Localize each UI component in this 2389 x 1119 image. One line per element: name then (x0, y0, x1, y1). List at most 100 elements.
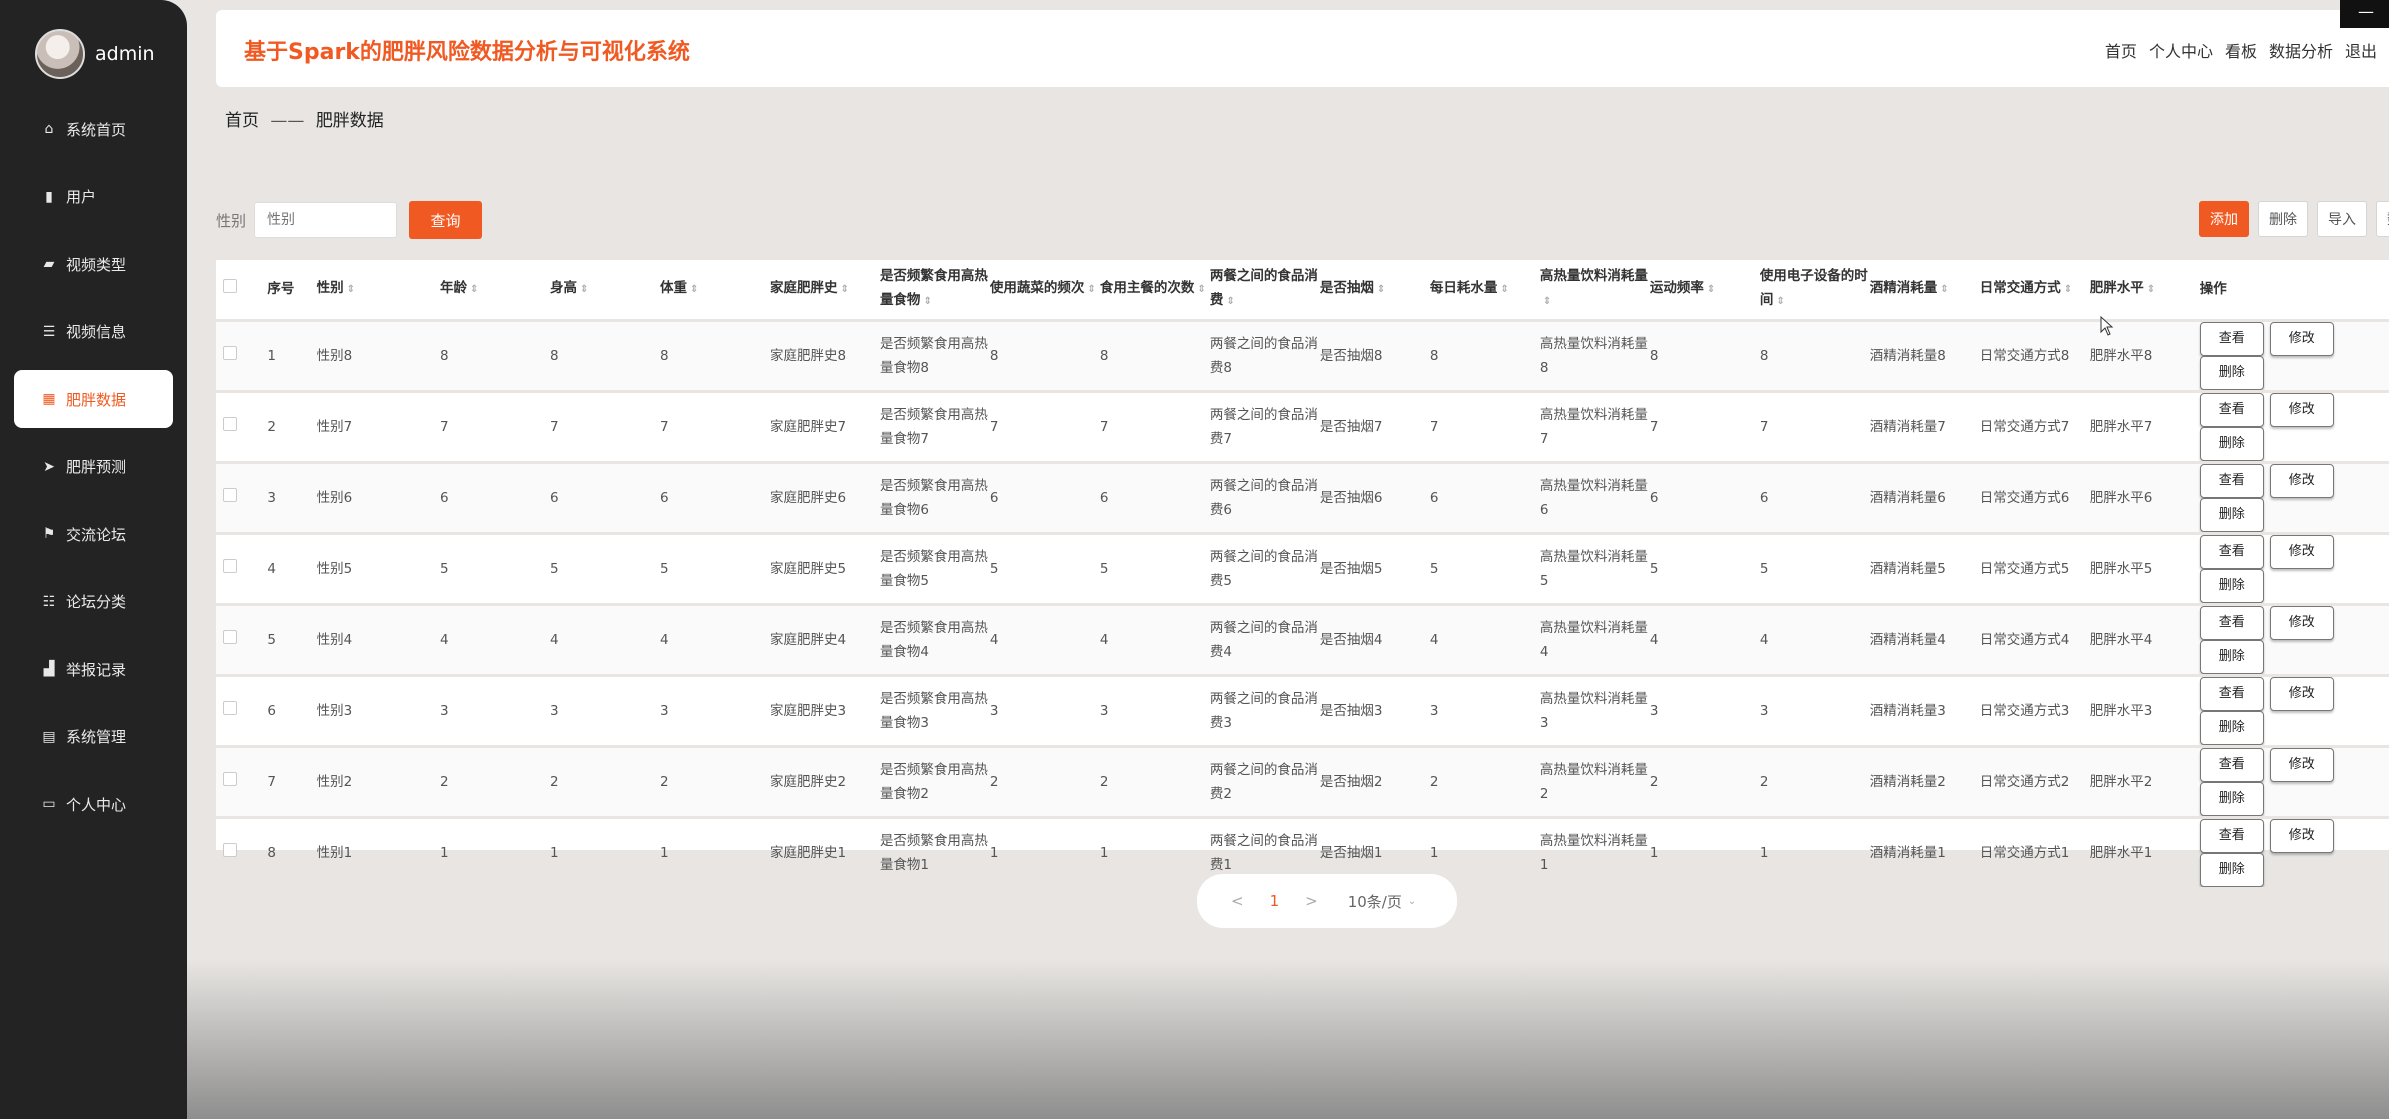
sort-icon[interactable]: ⇕ (1707, 284, 1715, 295)
column-header[interactable]: 两餐之间的食品消费 ⇕ (1208, 260, 1318, 320)
top-nav-link[interactable]: 数据分析 (2269, 38, 2333, 62)
top-nav-link[interactable]: 看板 (2225, 38, 2257, 62)
view-button[interactable]: 查看 (2199, 747, 2264, 782)
import-button[interactable]: 导入 (2317, 201, 2367, 237)
edit-button[interactable]: 修改 (2269, 534, 2334, 569)
sidebar-item-6[interactable]: ⚑ 交流论坛 (14, 505, 173, 563)
column-header[interactable]: 序号 (265, 260, 314, 320)
user-profile[interactable]: admin (35, 26, 155, 82)
edit-button[interactable]: 修改 (2269, 463, 2334, 498)
next-page-button[interactable]: > (1305, 892, 1318, 910)
column-header[interactable]: 运动频率 ⇕ (1648, 260, 1758, 320)
view-button[interactable]: 查看 (2199, 321, 2264, 356)
sidebar-item-3[interactable]: ☰ 视频信息 (14, 303, 173, 361)
sort-icon[interactable]: ⇕ (580, 284, 588, 295)
edit-button[interactable]: 修改 (2269, 392, 2334, 427)
row-checkbox[interactable] (223, 629, 237, 644)
row-checkbox[interactable] (223, 700, 237, 715)
view-button[interactable]: 查看 (2199, 676, 2264, 711)
column-header[interactable]: 家庭肥胖史 ⇕ (768, 260, 878, 320)
row-checkbox[interactable] (223, 345, 237, 360)
sidebar-item-8[interactable]: ▟ 举报记录 (14, 640, 173, 698)
sidebar-item-2[interactable]: ▰ 视频类型 (14, 235, 173, 293)
delete-button[interactable]: 删除 (2199, 781, 2264, 816)
column-header[interactable]: 日常交通方式 ⇕ (1978, 260, 2088, 320)
delete-button[interactable]: 删除 (2199, 497, 2264, 532)
sort-icon[interactable]: ⇕ (2064, 284, 2072, 295)
sidebar-item-7[interactable]: ☷ 论坛分类 (14, 573, 173, 631)
export-button[interactable]: 数据 (2376, 201, 2389, 237)
sidebar-item-5[interactable]: ➤ 肥胖预测 (14, 438, 173, 496)
column-header[interactable]: 是否抽烟 ⇕ (1318, 260, 1428, 320)
select-all-checkbox[interactable] (223, 279, 237, 294)
search-button[interactable]: 查询 (409, 201, 483, 239)
delete-button[interactable]: 删除 (2199, 355, 2264, 390)
column-header[interactable]: 使用电子设备的时间 ⇕ (1758, 260, 1868, 320)
sidebar-item-1[interactable]: ▮ 用户 (14, 168, 173, 226)
column-header[interactable]: 食用主餐的次数 ⇕ (1098, 260, 1208, 320)
sort-icon[interactable]: ⇕ (347, 284, 355, 295)
column-header[interactable]: 每日耗水量 ⇕ (1428, 260, 1538, 320)
view-button[interactable]: 查看 (2199, 818, 2264, 853)
sort-icon[interactable]: ⇕ (840, 284, 848, 295)
row-checkbox[interactable] (223, 416, 237, 431)
delete-button[interactable]: 删除 (2199, 639, 2264, 674)
row-checkbox[interactable] (223, 558, 237, 573)
sort-icon[interactable]: ⇕ (470, 284, 478, 295)
column-header[interactable]: 性别 ⇕ (315, 260, 438, 320)
current-page[interactable]: 1 (1270, 892, 1280, 910)
gender-search-input[interactable] (254, 202, 398, 238)
breadcrumb-home[interactable]: 首页 (225, 111, 259, 131)
sidebar-item-9[interactable]: ▤ 系统管理 (14, 708, 173, 766)
minimize-button[interactable]: — (2340, 0, 2389, 28)
column-header[interactable]: 年龄 ⇕ (438, 260, 548, 320)
delete-button[interactable]: 删除 (2199, 852, 2264, 887)
delete-button[interactable]: 删除 (2199, 426, 2264, 461)
sidebar-item-10[interactable]: ▭ 个人中心 (14, 775, 173, 833)
avatar[interactable] (35, 29, 85, 79)
sort-icon[interactable]: ⇕ (1197, 284, 1205, 295)
top-nav-link[interactable]: 个人中心 (2149, 38, 2213, 62)
row-checkbox[interactable] (223, 842, 237, 857)
card-icon: ▭ (42, 796, 56, 812)
sidebar-item-0[interactable]: ⌂ 系统首页 (14, 100, 173, 158)
top-nav-link[interactable]: 首页 (2105, 38, 2137, 62)
column-header[interactable]: 肥胖水平 ⇕ (2088, 260, 2198, 320)
edit-button[interactable]: 修改 (2269, 605, 2334, 640)
sort-icon[interactable]: ⇕ (1776, 296, 1784, 307)
page-size-select[interactable]: 10条/页 (1348, 891, 1402, 912)
view-button[interactable]: 查看 (2199, 605, 2264, 640)
sort-icon[interactable]: ⇕ (1087, 284, 1095, 295)
view-button[interactable]: 查看 (2199, 392, 2264, 427)
row-checkbox[interactable] (223, 487, 237, 502)
sort-icon[interactable]: ⇕ (1543, 296, 1551, 307)
column-header[interactable]: 使用蔬菜的频次 ⇕ (988, 260, 1098, 320)
sort-icon[interactable]: ⇕ (2147, 284, 2155, 295)
table-cell: 6 (1649, 489, 1659, 506)
sort-icon[interactable]: ⇕ (1377, 284, 1385, 295)
sidebar-item-4[interactable]: ▦ 肥胖数据 (14, 370, 173, 428)
delete-button[interactable]: 删除 (2199, 710, 2264, 745)
column-header[interactable]: 是否频繁食用高热量食物 ⇕ (878, 260, 988, 320)
view-button[interactable]: 查看 (2199, 534, 2264, 569)
edit-button[interactable]: 修改 (2269, 321, 2334, 356)
add-button[interactable]: 添加 (2199, 201, 2249, 237)
batch-delete-button[interactable]: 删除 (2258, 201, 2308, 237)
edit-button[interactable]: 修改 (2269, 747, 2334, 782)
column-header[interactable]: 体重 ⇕ (658, 260, 768, 320)
column-header[interactable]: 高热量饮料消耗量 ⇕ (1538, 260, 1648, 320)
edit-button[interactable]: 修改 (2269, 818, 2334, 853)
view-button[interactable]: 查看 (2199, 463, 2264, 498)
sort-icon[interactable]: ⇕ (1500, 284, 1508, 295)
sort-icon[interactable]: ⇕ (1226, 296, 1234, 307)
sort-icon[interactable]: ⇕ (690, 284, 698, 295)
column-header[interactable]: 身高 ⇕ (548, 260, 658, 320)
edit-button[interactable]: 修改 (2269, 676, 2334, 711)
prev-page-button[interactable]: < (1231, 892, 1244, 910)
delete-button[interactable]: 删除 (2199, 568, 2264, 603)
top-nav-link[interactable]: 退出 (2345, 38, 2377, 62)
sort-icon[interactable]: ⇕ (923, 296, 931, 307)
column-header[interactable]: 酒精消耗量 ⇕ (1868, 260, 1978, 320)
sort-icon[interactable]: ⇕ (1940, 284, 1948, 295)
row-checkbox[interactable] (223, 771, 237, 786)
